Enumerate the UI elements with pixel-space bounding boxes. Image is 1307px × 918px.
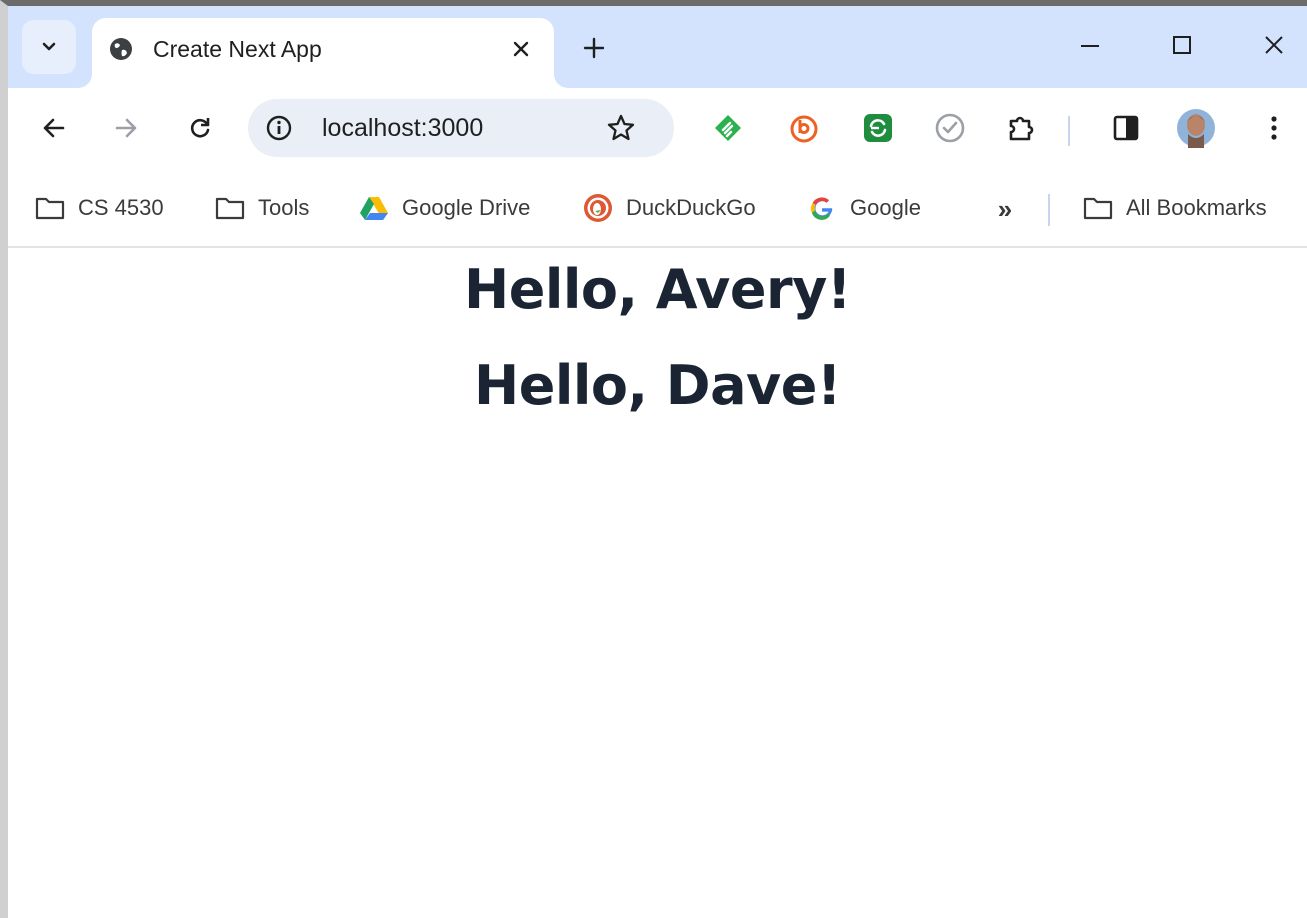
sync-extension-button[interactable] xyxy=(858,108,898,148)
close-icon xyxy=(513,41,529,57)
globe-icon xyxy=(110,38,132,60)
bookmark-duckduckgo[interactable]: DuckDuckGo xyxy=(582,188,756,228)
close-icon xyxy=(1265,36,1283,54)
tab-title: Create Next App xyxy=(153,36,322,62)
reload-icon xyxy=(190,118,210,138)
bookmark-label: DuckDuckGo xyxy=(626,195,756,220)
all-bookmarks-label: All Bookmarks xyxy=(1126,195,1267,220)
address-bar[interactable]: localhost:3000 xyxy=(248,99,674,157)
bookmark-label: CS 4530 xyxy=(78,195,164,220)
new-tab-button[interactable] xyxy=(574,28,614,68)
site-info-button[interactable] xyxy=(262,111,296,145)
arrow-left-icon xyxy=(43,118,65,138)
browser-window: Create Next App localhost:3000 CS 4530 T… xyxy=(0,0,1307,918)
reload-button[interactable] xyxy=(178,106,222,150)
navigation-toolbar: localhost:3000 xyxy=(8,88,1307,170)
minimize-button[interactable] xyxy=(1060,20,1120,70)
bookmark-label: Google Drive xyxy=(402,195,531,220)
forward-button[interactable] xyxy=(104,106,148,150)
bitly-extension-button[interactable] xyxy=(784,108,824,148)
bookmarks-separator xyxy=(1048,194,1050,226)
active-tab[interactable]: Create Next App xyxy=(92,18,554,88)
check-extension-button[interactable] xyxy=(930,108,970,148)
avatar xyxy=(1177,109,1215,148)
chevron-down-icon xyxy=(42,42,56,51)
bookmark-google[interactable]: Google xyxy=(806,188,921,228)
folder-icon xyxy=(214,192,246,224)
kebab-menu-icon xyxy=(1271,116,1277,140)
duckduckgo-icon xyxy=(582,192,614,224)
greeting-heading: Hello, Dave! xyxy=(474,354,841,417)
double-chevron-right-icon: » xyxy=(997,193,1013,224)
browser-menu-button[interactable] xyxy=(1254,108,1294,148)
puzzle-icon xyxy=(1009,116,1034,141)
feedly-extension-button[interactable] xyxy=(708,108,748,148)
google-icon xyxy=(806,192,838,224)
bookmark-tools[interactable]: Tools xyxy=(214,188,309,228)
extensions-button[interactable] xyxy=(1002,108,1042,148)
bookmark-google-drive[interactable]: Google Drive xyxy=(358,188,530,228)
bookmarks-overflow-button[interactable]: » xyxy=(988,192,1022,226)
google-drive-icon xyxy=(358,192,390,224)
bookmarks-bar: CS 4530 Tools Google Drive DuckDuckGo Go… xyxy=(8,170,1307,248)
tab-close-button[interactable] xyxy=(504,32,538,66)
tab-search-button[interactable] xyxy=(22,20,76,74)
bookmark-star-button[interactable] xyxy=(602,109,640,147)
tab-strip: Create Next App xyxy=(8,6,1307,88)
feedly-icon xyxy=(715,115,741,141)
maximize-icon xyxy=(1173,36,1191,54)
info-icon xyxy=(266,115,292,141)
sync-icon xyxy=(864,114,892,142)
back-button[interactable] xyxy=(32,106,76,150)
url-text: localhost:3000 xyxy=(322,114,484,142)
minimize-icon xyxy=(1081,45,1099,47)
bookmark-cs-4530[interactable]: CS 4530 xyxy=(34,188,164,228)
toolbar-separator xyxy=(1068,116,1070,146)
bitly-icon xyxy=(790,115,818,143)
bookmark-label: Google xyxy=(850,195,921,220)
profile-avatar-button[interactable] xyxy=(1176,108,1216,148)
star-icon xyxy=(607,114,635,141)
page-content: Hello, Avery! Hello, Dave! xyxy=(8,248,1307,918)
bookmark-label: Tools xyxy=(258,195,310,220)
folder-icon xyxy=(1082,192,1114,224)
all-bookmarks-button[interactable]: All Bookmarks xyxy=(1082,188,1267,228)
arrow-right-icon xyxy=(115,118,137,138)
side-panel-button[interactable] xyxy=(1106,108,1146,148)
greeting-heading: Hello, Avery! xyxy=(464,258,851,321)
close-window-button[interactable] xyxy=(1244,20,1304,70)
side-panel-icon xyxy=(1113,115,1139,141)
maximize-button[interactable] xyxy=(1152,20,1212,70)
folder-icon xyxy=(34,192,66,224)
checkmark-circle-icon xyxy=(935,113,965,143)
plus-icon xyxy=(583,37,605,59)
